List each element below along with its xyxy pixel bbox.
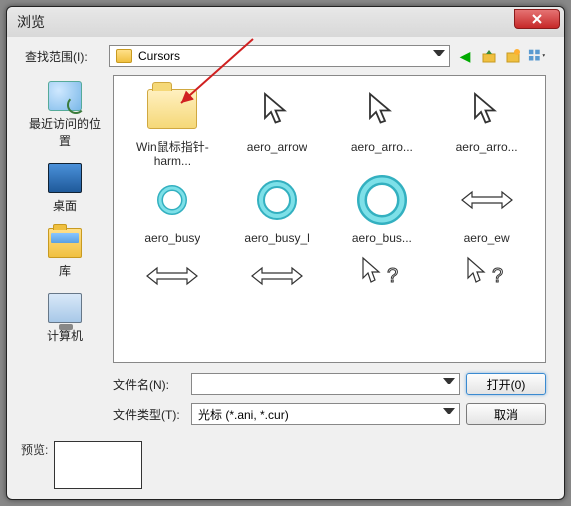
recent-icon: [48, 81, 82, 111]
svg-text:?: ?: [387, 265, 398, 287]
window-title: 浏览: [17, 12, 45, 32]
chevron-down-icon: [433, 50, 445, 62]
toolbar: ◀: [456, 47, 546, 65]
dialog-window: 浏览 查找范围(I): Cursors ◀: [6, 6, 565, 500]
sidebar-item-library[interactable]: 库: [48, 228, 82, 279]
file-item-label: aero_arrow: [247, 140, 308, 154]
close-button[interactable]: [514, 9, 560, 29]
file-item[interactable]: [227, 251, 328, 307]
svg-text:?: ?: [492, 265, 503, 287]
filetype-value: 光标 (*.ani, *.cur): [198, 406, 289, 423]
file-item-label: aero_busy_l: [244, 231, 309, 245]
folder-icon: [147, 89, 197, 129]
file-item[interactable]: aero_busy_l: [227, 175, 328, 245]
file-item[interactable]: Win鼠标指针-harm...: [122, 84, 223, 169]
lookin-combo[interactable]: Cursors: [109, 45, 450, 67]
file-item-label: aero_arro...: [456, 140, 518, 154]
file-item[interactable]: ?: [332, 251, 433, 307]
cursor-arrow-icon: [352, 84, 412, 134]
file-item-label: aero_arro...: [351, 140, 413, 154]
filetype-combo[interactable]: 光标 (*.ani, *.cur): [191, 403, 460, 425]
file-item-label: aero_busy: [144, 231, 200, 245]
sidebar-item-label: 桌面: [53, 197, 77, 214]
lookin-value: Cursors: [138, 49, 180, 63]
sidebar-item-recent[interactable]: 最近访问的位置: [25, 81, 105, 149]
folder-icon: [116, 49, 132, 63]
cursor-arrow-icon: [457, 84, 517, 134]
preview-label: 预览:: [21, 441, 48, 458]
back-icon[interactable]: ◀: [456, 47, 474, 65]
file-item[interactable]: aero_bus...: [332, 175, 433, 245]
busy-ring-icon: [247, 175, 307, 225]
file-item[interactable]: aero_busy: [122, 175, 223, 245]
filename-label: 文件名(N):: [113, 376, 185, 393]
newfolder-icon[interactable]: [504, 47, 522, 65]
filename-input[interactable]: [191, 373, 460, 395]
open-button[interactable]: 打开(0): [466, 373, 546, 395]
chevron-down-icon: [443, 408, 455, 420]
sidebar-item-desktop[interactable]: 桌面: [48, 163, 82, 214]
busy-ring-icon: [142, 175, 202, 225]
busy-ring-icon: [352, 175, 412, 225]
lookin-label: 查找范围(I):: [25, 48, 103, 65]
cursor-ew-icon: [247, 251, 307, 301]
file-item[interactable]: aero_arrow: [227, 84, 328, 169]
filetype-label: 文件类型(T):: [113, 406, 185, 423]
file-item-label: aero_ew: [464, 231, 510, 245]
file-item-label: Win鼠标指针-harm...: [127, 140, 217, 169]
places-sidebar: 最近访问的位置 桌面 库 计算机: [25, 75, 105, 363]
cursor-help-icon: ?: [352, 251, 412, 301]
computer-icon: [48, 293, 82, 323]
cursor-ew-icon: [457, 175, 517, 225]
titlebar[interactable]: 浏览: [7, 7, 564, 37]
preview-box: [54, 441, 142, 489]
cursor-arrow-icon: [247, 84, 307, 134]
file-item[interactable]: aero_arro...: [332, 84, 433, 169]
up-icon[interactable]: [480, 47, 498, 65]
sidebar-item-label: 库: [59, 262, 71, 279]
file-item[interactable]: aero_ew: [436, 175, 537, 245]
file-item[interactable]: ?: [436, 251, 537, 307]
chevron-down-icon: [443, 378, 455, 390]
file-item-label: aero_bus...: [352, 231, 412, 245]
cancel-button[interactable]: 取消: [466, 403, 546, 425]
cursor-ew-icon: [142, 251, 202, 301]
library-icon: [48, 228, 82, 258]
desktop-icon: [48, 163, 82, 193]
sidebar-item-computer[interactable]: 计算机: [47, 293, 83, 344]
preview-area: 预览:: [21, 441, 142, 489]
file-item[interactable]: [122, 251, 223, 307]
cursor-help-icon: ?: [457, 251, 517, 301]
file-listing[interactable]: Win鼠标指针-harm...aero_arrowaero_arro...aer…: [113, 75, 546, 363]
sidebar-item-label: 最近访问的位置: [25, 115, 105, 149]
views-icon[interactable]: [528, 47, 546, 65]
file-item[interactable]: aero_arro...: [436, 84, 537, 169]
close-icon: [531, 13, 543, 25]
